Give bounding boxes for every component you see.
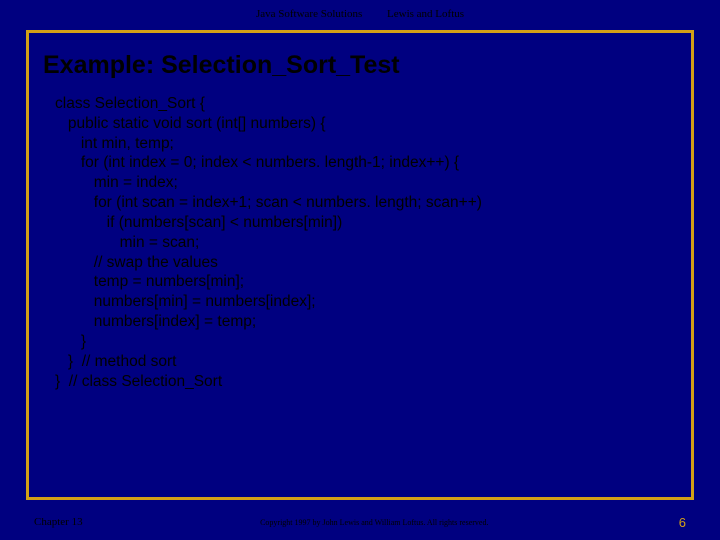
code-line: numbers[min] = numbers[index]; bbox=[55, 293, 316, 310]
slide-footer: Chapter 13 Copyright 1997 by John Lewis … bbox=[0, 504, 720, 540]
content-frame: Example: Selection_Sort_Test class Selec… bbox=[26, 30, 694, 500]
code-line: } // method sort bbox=[55, 353, 176, 370]
book-title: Java Software Solutions bbox=[256, 8, 362, 20]
code-line: min = index; bbox=[55, 174, 178, 191]
code-line: } bbox=[55, 333, 86, 350]
code-line: temp = numbers[min]; bbox=[55, 273, 244, 290]
code-line: int min, temp; bbox=[55, 135, 174, 152]
code-line: public static void sort (int[] numbers) … bbox=[55, 115, 326, 132]
code-line: min = scan; bbox=[55, 234, 199, 251]
code-line: class Selection_Sort { bbox=[55, 95, 205, 112]
copyright-text: Copyright 1997 by John Lewis and William… bbox=[83, 518, 666, 527]
code-block: class Selection_Sort { public static voi… bbox=[55, 94, 681, 391]
page-number: 6 bbox=[666, 515, 686, 530]
slide-title: Example: Selection_Sort_Test bbox=[43, 51, 681, 80]
code-line: for (int scan = index+1; scan < numbers.… bbox=[55, 194, 482, 211]
slide-header: Java Software Solutions Lewis and Loftus bbox=[0, 0, 720, 26]
code-line: // swap the values bbox=[55, 254, 218, 271]
book-authors: Lewis and Loftus bbox=[387, 8, 464, 20]
chapter-label: Chapter 13 bbox=[34, 516, 83, 528]
code-line: if (numbers[scan] < numbers[min]) bbox=[55, 214, 342, 231]
code-line: } // class Selection_Sort bbox=[55, 373, 222, 390]
code-line: numbers[index] = temp; bbox=[55, 313, 256, 330]
code-line: for (int index = 0; index < numbers. len… bbox=[55, 154, 459, 171]
